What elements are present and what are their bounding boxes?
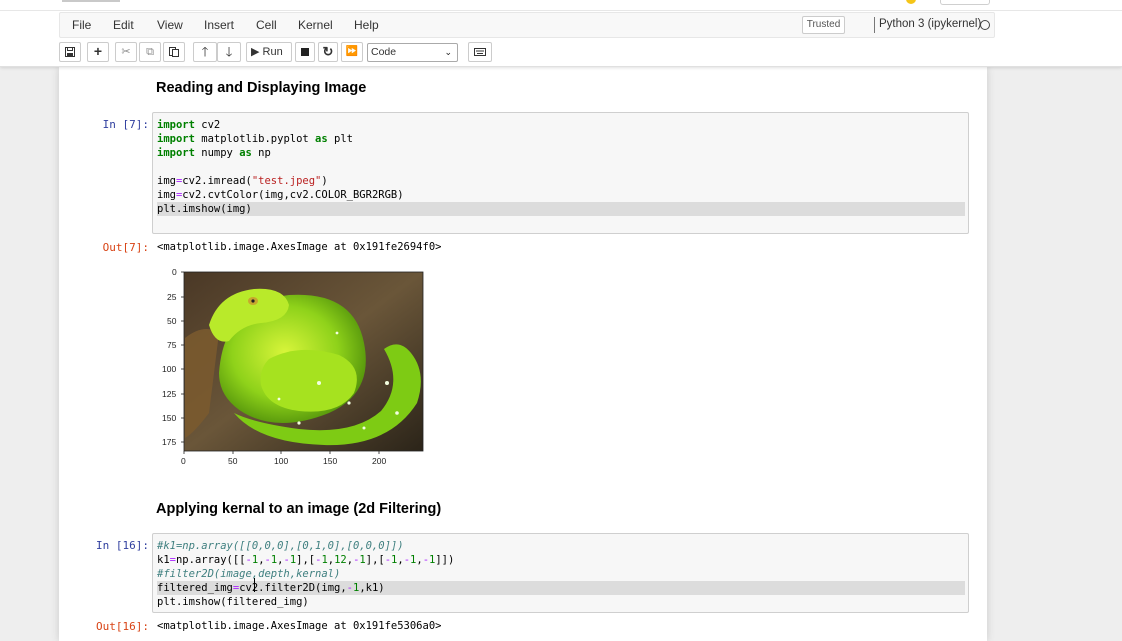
snake-image-plot <box>181 271 424 454</box>
command-palette-button[interactable] <box>468 42 492 62</box>
menubar: File Edit View Insert Cell Kernel Help T… <box>59 12 995 38</box>
restart-button[interactable]: ↻ <box>318 42 338 62</box>
move-up-icon: 🡑 <box>201 44 209 59</box>
paste-icon <box>169 47 179 57</box>
restart-icon: ↻ <box>322 44 334 59</box>
input-prompt: In [16]: <box>96 539 149 552</box>
code-line: #filter2D(image,depth,kernal) <box>157 568 341 580</box>
code-line: k1=np.array([[-1,-1,-1],[-1,12,-1],[-1,-… <box>157 554 455 566</box>
code-line: import matplotlib.pyplot as plt <box>157 133 353 145</box>
notebook-container: Reading and Displaying Image In [7]: imp… <box>59 67 987 641</box>
cell-type-value: Code <box>371 46 397 58</box>
y-tick-label: 25 <box>167 292 177 302</box>
markdown-heading-filtering[interactable]: Applying kernal to an image (2d Filterin… <box>156 501 441 517</box>
fast-forward-icon: ⏩ <box>345 46 359 57</box>
cut-button[interactable]: ✂ <box>115 42 137 62</box>
copy-button[interactable]: ⧉ <box>139 42 161 62</box>
interrupt-button[interactable] <box>295 42 315 62</box>
menu-edit[interactable]: Edit <box>113 18 134 32</box>
logo-fragment <box>62 0 120 2</box>
add-cell-button[interactable]: + <box>87 42 109 62</box>
code-line: import numpy as np <box>157 147 271 159</box>
notebook-header: File Edit View Insert Cell Kernel Help T… <box>0 0 1122 67</box>
menu-cell[interactable]: Cell <box>256 18 277 32</box>
code-line-current: plt.imshow(img) <box>157 202 965 216</box>
menu-insert[interactable]: Insert <box>204 18 234 32</box>
code-line: import cv2 <box>157 119 221 131</box>
restart-run-all-button[interactable]: ⏩ <box>341 42 363 62</box>
x-tick-label: 0 <box>181 456 186 466</box>
y-tick-label: 75 <box>167 340 177 350</box>
y-tick-label: 100 <box>162 364 177 374</box>
output-prompt: Out[16]: <box>96 620 149 633</box>
kernel-name[interactable]: Python 3 (ipykernel) <box>874 17 981 33</box>
y-tick-label: 175 <box>162 437 177 447</box>
kernel-status-icon <box>980 20 990 30</box>
x-tick-label: 200 <box>372 456 387 466</box>
menu-view[interactable]: View <box>157 18 183 32</box>
code-cell-input[interactable]: #k1=np.array([[0,0,0],[0,1,0],[0,0,0]]) … <box>152 533 969 613</box>
cell-output-text: <matplotlib.image.AxesImage at 0x191fe53… <box>157 620 442 632</box>
logout-button[interactable] <box>940 0 990 5</box>
header-top-strip <box>0 0 1122 11</box>
add-cell-icon: + <box>93 43 103 59</box>
code-line: img=cv2.imread("test.jpeg") <box>157 175 328 187</box>
run-button[interactable]: ▶ Run <box>246 42 292 62</box>
move-down-button[interactable]: 🡓 <box>217 42 241 62</box>
run-label: Run <box>262 46 283 58</box>
move-down-icon: 🡓 <box>225 44 233 59</box>
run-icon: ▶ <box>251 46 260 58</box>
y-tick-label: 150 <box>162 413 177 423</box>
save-icon <box>65 47 75 57</box>
keyboard-icon <box>474 48 486 56</box>
code-line: #k1=np.array([[0,0,0],[0,1,0],[0,0,0]]) <box>157 540 404 552</box>
paste-button[interactable] <box>163 42 185 62</box>
cut-icon: ✂ <box>121 46 131 58</box>
code-line-current: filtered_img=cv2.filter2D(img,-1,k1) <box>157 581 965 595</box>
input-prompt: In [7]: <box>102 118 149 131</box>
trusted-badge[interactable]: Trusted <box>802 16 845 34</box>
cell-type-select[interactable]: Code ⌄ <box>367 43 458 62</box>
x-tick-label: 50 <box>228 456 238 466</box>
interrupt-icon <box>301 48 309 56</box>
markdown-heading-reading[interactable]: Reading and Displaying Image <box>156 80 366 96</box>
notification-dot-icon[interactable] <box>906 0 916 4</box>
output-prompt: Out[7]: <box>102 241 149 254</box>
toolbar: + ✂ ⧉ 🡑 🡓 ▶ Run ↻ ⏩ Code ⌄ <box>59 42 995 64</box>
code-cell-input[interactable]: import cv2 import matplotlib.pyplot as p… <box>152 112 969 234</box>
code-line: img=cv2.cvtColor(img,cv2.COLOR_BGR2RGB) <box>157 189 404 201</box>
x-tick-label: 150 <box>323 456 338 466</box>
y-tick-label: 125 <box>162 389 177 399</box>
move-up-button[interactable]: 🡑 <box>193 42 217 62</box>
text-cursor <box>254 578 256 592</box>
menu-kernel[interactable]: Kernel <box>298 18 333 32</box>
code-line: plt.imshow(filtered_img) <box>157 596 309 608</box>
x-tick-label: 100 <box>274 456 289 466</box>
cell-output-text: <matplotlib.image.AxesImage at 0x191fe26… <box>157 241 442 253</box>
y-tick-label: 0 <box>172 267 177 277</box>
chevron-down-icon: ⌄ <box>444 47 452 57</box>
copy-icon: ⧉ <box>146 46 154 58</box>
y-tick-label: 50 <box>167 316 177 326</box>
save-button[interactable] <box>59 42 81 62</box>
menu-file[interactable]: File <box>72 18 91 32</box>
matplotlib-figure: 0 25 50 75 100 125 150 175 0 50 100 150 … <box>149 263 439 473</box>
menu-help[interactable]: Help <box>354 18 379 32</box>
